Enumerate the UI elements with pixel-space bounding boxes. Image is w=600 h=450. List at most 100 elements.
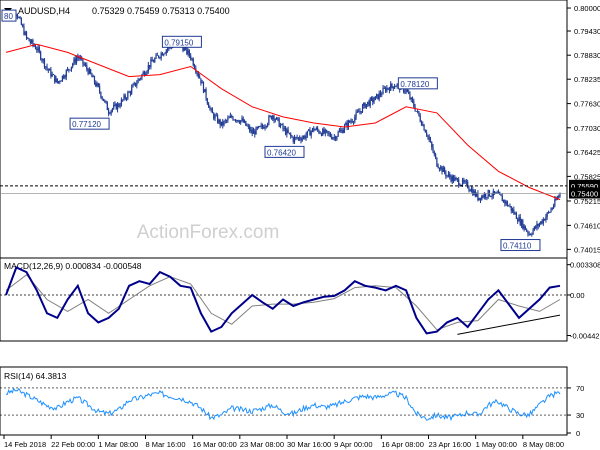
candle-body [136,83,138,86]
candle-body [107,110,110,114]
candle-body [233,119,235,121]
candle-body [404,91,406,93]
candle-body [409,93,411,100]
candle-body [45,66,47,68]
candle-body [501,196,503,202]
candle-body [232,117,234,120]
candle-body [533,226,535,231]
candle-body [183,47,185,51]
x-tick-label: 16 Mar 00:00 [193,440,237,449]
candle-body [146,71,148,74]
candle-body [469,189,471,192]
candle-body [229,115,232,118]
candle-body [373,100,375,103]
candle-body [22,24,24,27]
candle-body [483,194,485,198]
candle-body [222,121,224,126]
candle-body [364,102,366,108]
candle-body [231,115,233,118]
candle-body [43,59,46,68]
candle-body [410,97,412,100]
candle-body [477,193,479,201]
candle-body [31,40,33,43]
candle-body [224,120,226,122]
candle-body [149,65,151,67]
candle-body [341,129,343,133]
candle-body [540,221,542,224]
candle-body [133,82,135,85]
candle-body [65,70,67,78]
chart-header-symbol: AUDUSD,H4 [18,6,70,16]
candle-body [49,69,51,71]
candle-body [313,128,315,131]
candle-body [361,105,364,113]
candle-body [522,220,524,229]
candle-body [277,117,279,119]
candle-body [387,87,389,89]
candle-body [120,99,123,106]
last-price-label: 0.75400 [571,190,598,199]
candle-body [37,47,39,51]
candle-body [340,129,342,131]
candle-body [245,120,247,126]
candle-body [122,99,124,101]
candle-body [16,14,19,18]
candle-body [206,98,208,104]
candle-body [128,91,130,93]
candle-body [358,111,360,113]
candle-body [326,129,328,132]
candle-body [506,201,509,206]
candle-body [454,177,456,181]
candle-body [363,102,365,106]
candle-body [302,136,305,139]
candle-body [354,117,356,122]
price-label: 0.77120 [72,120,101,129]
candle-body [20,18,22,25]
candle-body [508,205,510,207]
candle-body [526,229,528,232]
candle-body [59,81,61,83]
candle-body [415,110,417,112]
candle-body [111,108,114,111]
candle-body [429,139,432,142]
rsi-y-tick-label: 0 [576,429,580,438]
candle-body [282,124,284,129]
candle-body [456,178,459,180]
candle-body [190,55,192,59]
price-y-tick-label: 0.77030 [574,124,600,133]
candle-body [163,53,165,56]
candle-body [311,128,314,132]
candle-body [408,92,410,94]
candle-body [228,117,230,119]
candle-body [152,61,155,63]
candle-body [443,167,446,173]
candle-body [236,120,238,121]
candle-body [300,139,302,141]
candle-body [322,129,324,136]
candle-body [199,76,201,79]
candle-body [334,136,337,140]
candle-body [288,132,291,134]
candle-body [32,40,34,45]
candle-body [420,121,423,126]
rsi-title: RSI(14) 64.3813 [4,371,67,381]
price-label: 0.76420 [267,148,296,157]
candle-body [537,223,539,227]
candle-body [493,190,496,194]
candle-body [296,137,298,139]
candle-body [367,101,369,104]
candle-body [38,47,40,52]
candle-body [60,80,62,82]
candle-body [467,181,469,188]
candle-body [264,126,266,129]
macd-y-tick-label: 0.003308 [570,261,600,270]
candle-body [386,87,388,92]
candle-body [166,48,169,50]
candle-body [54,74,56,83]
candle-body [293,137,296,142]
candle-body [113,105,115,109]
candle-body [382,88,384,95]
candle-body [251,129,253,134]
candle-body [93,76,96,83]
candle-body [502,199,505,202]
